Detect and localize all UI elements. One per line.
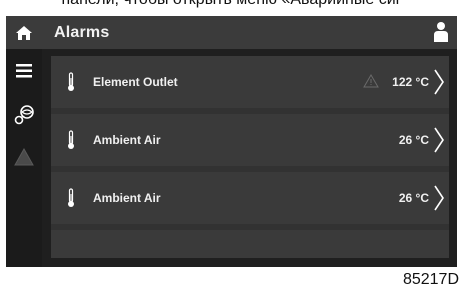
list-item-label: Ambient Air bbox=[93, 191, 161, 205]
menu-icon bbox=[16, 64, 32, 78]
header-bar: Alarms bbox=[42, 16, 457, 49]
list-item-value: 26 °C bbox=[398, 133, 429, 147]
chevron-right-icon bbox=[434, 69, 444, 95]
user-icon[interactable] bbox=[433, 21, 449, 43]
thermometer-icon bbox=[68, 72, 74, 91]
figure-reference: 85217D bbox=[402, 271, 459, 288]
thermometer-icon bbox=[68, 188, 74, 207]
chevron-right-icon bbox=[434, 185, 444, 211]
list-item-empty bbox=[51, 230, 449, 258]
thermometer-icon bbox=[68, 130, 74, 149]
menu-button[interactable] bbox=[6, 56, 42, 86]
controller-screen: Alarms Element Outlet 122 °C Ambient Air… bbox=[6, 16, 457, 267]
list-item-value: 122 °C bbox=[392, 75, 429, 89]
list-item-value: 26 °C bbox=[398, 191, 429, 205]
list-item[interactable]: Ambient Air 26 °C bbox=[51, 114, 449, 166]
home-icon bbox=[16, 25, 32, 40]
alarms-button[interactable] bbox=[6, 142, 42, 172]
chevron-right-icon bbox=[434, 127, 444, 153]
warning-icon bbox=[14, 148, 34, 166]
home-button[interactable] bbox=[6, 16, 42, 49]
list-item-label: Ambient Air bbox=[93, 133, 161, 147]
page-title: Alarms bbox=[54, 24, 110, 41]
list-item[interactable]: Element Outlet 122 °C bbox=[51, 56, 449, 108]
warning-icon bbox=[363, 74, 379, 88]
sidebar bbox=[6, 16, 42, 267]
compressor-button[interactable] bbox=[6, 100, 42, 130]
alarm-list: Element Outlet 122 °C Ambient Air 26 °C bbox=[51, 56, 449, 258]
caption-text: панели, чтобы открыть меню «Аварийные си… bbox=[0, 0, 463, 9]
compressor-icon bbox=[14, 105, 34, 125]
list-item-label: Element Outlet bbox=[93, 75, 178, 89]
list-item[interactable]: Ambient Air 26 °C bbox=[51, 172, 449, 224]
